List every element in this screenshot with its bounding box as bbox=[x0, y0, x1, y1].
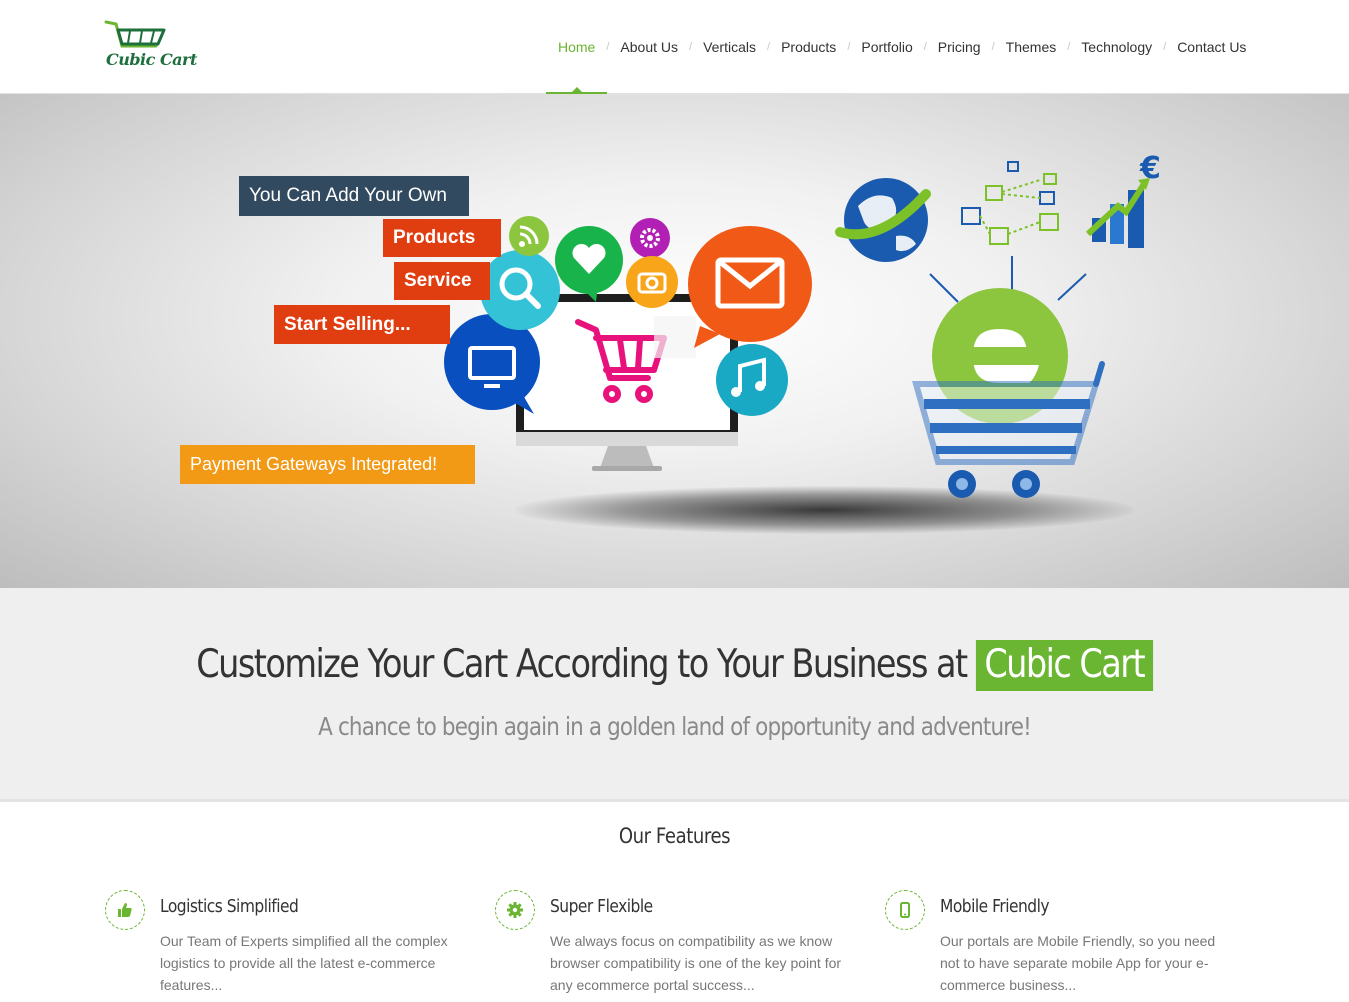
logo-text: Cubic Cart bbox=[106, 50, 197, 69]
nav-technology[interactable]: Technology bbox=[1069, 0, 1164, 94]
hero-slider[interactable]: € You Can Add Your Own Products Service … bbox=[0, 94, 1349, 588]
nav-pricing[interactable]: Pricing bbox=[926, 0, 993, 94]
nav-contact-us[interactable]: Contact Us bbox=[1165, 0, 1258, 94]
nav-home[interactable]: Home bbox=[546, 0, 608, 94]
hero-illustration: € bbox=[444, 151, 1161, 498]
feature-description: Our Team of Experts simplified all the c… bbox=[160, 933, 448, 993]
tagline-title-text: Customize Your Cart According to Your Bu… bbox=[196, 642, 968, 687]
network-cubes-icon bbox=[961, 161, 1059, 245]
feature-title: Logistics Simplified bbox=[160, 896, 299, 917]
feature-description: We always focus on compatibility as we k… bbox=[550, 933, 842, 993]
thumbs-up-icon bbox=[105, 890, 145, 930]
rss-bubble-icon bbox=[509, 216, 549, 256]
loading-spinner-icon bbox=[654, 316, 696, 358]
nav-about-us[interactable]: About Us bbox=[608, 0, 690, 94]
nav-themes[interactable]: Themes bbox=[994, 0, 1069, 94]
search-bubble-icon bbox=[480, 250, 560, 330]
heart-bubble-icon bbox=[555, 226, 623, 302]
tagline-title: Customize Your Cart According to Your Bu… bbox=[94, 640, 1254, 691]
e-commerce-cart-icon bbox=[912, 288, 1105, 498]
tagline-section: Customize Your Cart According to Your Bu… bbox=[0, 588, 1349, 802]
nav-portfolio[interactable]: Portfolio bbox=[849, 0, 924, 94]
feature-description: Our portals are Mobile Friendly, so you … bbox=[940, 933, 1216, 993]
tagline-subtitle: A chance to begin again in a golden land… bbox=[318, 712, 1032, 741]
globe-icon bbox=[835, 178, 931, 262]
gear-icon bbox=[495, 890, 535, 930]
feature-title: Mobile Friendly bbox=[940, 896, 1050, 917]
features-heading: Our Features bbox=[618, 824, 731, 848]
svg-text:€: € bbox=[1139, 151, 1161, 186]
settings-bubble-icon bbox=[630, 218, 670, 258]
email-bubble-icon bbox=[688, 226, 812, 348]
nav-verticals[interactable]: Verticals bbox=[691, 0, 768, 94]
feature-flexible: Super Flexible We always focus on compat… bbox=[495, 890, 855, 1002]
feature-logistics: Logistics Simplified Our Team of Experts… bbox=[105, 890, 465, 1002]
music-bubble-icon bbox=[716, 344, 788, 416]
hero-tag-products: Products bbox=[383, 219, 501, 257]
logo[interactable]: Cubic Cart bbox=[104, 18, 197, 74]
nav-products[interactable]: Products bbox=[769, 0, 848, 94]
tagline-highlight: Cubic Cart bbox=[975, 640, 1153, 691]
site-header: Cubic Cart Home / About Us / Verticals /… bbox=[0, 0, 1349, 94]
main-nav: Home / About Us / Verticals / Products /… bbox=[546, 0, 1258, 94]
mobile-icon bbox=[885, 890, 925, 930]
camera-bubble-icon bbox=[626, 256, 678, 308]
feature-title: Super Flexible bbox=[550, 896, 653, 917]
hero-tag-add-your-own: You Can Add Your Own bbox=[239, 176, 469, 216]
hero-tag-payment-gateways: Payment Gateways Integrated! bbox=[180, 445, 475, 484]
hero-tag-service: Service bbox=[394, 262, 490, 300]
hero-tag-start-selling: Start Selling... bbox=[274, 305, 450, 344]
growth-chart-icon: € bbox=[1085, 151, 1161, 248]
feature-mobile: Mobile Friendly Our portals are Mobile F… bbox=[885, 890, 1245, 1002]
